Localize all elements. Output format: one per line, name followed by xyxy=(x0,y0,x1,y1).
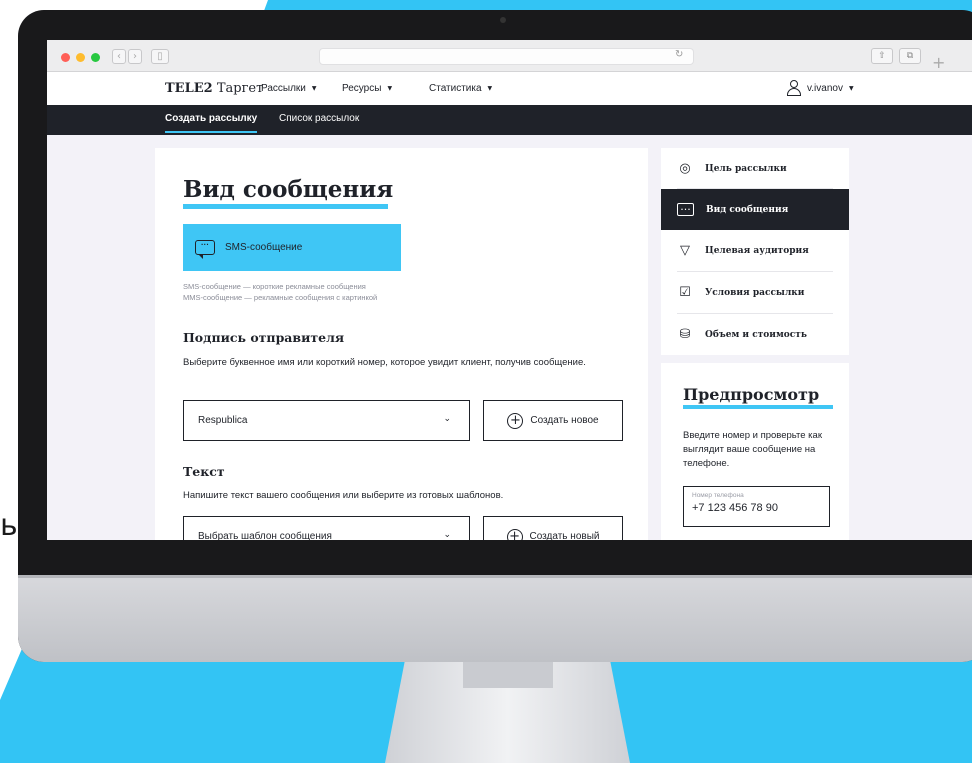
phone-number-label: Номер телефона xyxy=(692,492,744,499)
page-title: Вид сообщения xyxy=(183,176,394,203)
partial-background-text: ь xyxy=(0,508,18,543)
template-select-value: Выбрать шаблон сообщения xyxy=(198,531,332,540)
chat-icon: ··· xyxy=(195,240,215,259)
step-goal[interactable]: ◎ Цель рассылки xyxy=(661,148,849,189)
username: v.ivanov xyxy=(807,82,843,94)
step-message-type[interactable]: ··· Вид сообщения xyxy=(661,189,849,230)
chevron-down-icon: ⌄ xyxy=(443,530,451,540)
plus-circle-icon: + xyxy=(506,528,523,540)
hint-sms: SMS-сообщение — короткие рекламные сообщ… xyxy=(183,282,366,291)
sidebar-icon[interactable]: ▯ xyxy=(151,49,169,64)
nav-statistics-label: Статистика xyxy=(429,83,482,94)
step-volume-cost-label: Объем и стоимость xyxy=(705,329,807,340)
sender-section-title: Подпись отправителя xyxy=(183,330,345,345)
hint-mms: MMS-сообщение — рекламные сообщения с ка… xyxy=(183,293,378,302)
template-select[interactable]: Выбрать шаблон сообщения ⌄ xyxy=(183,516,470,540)
sub-navigation: Создать рассылку Список рассылок xyxy=(47,105,972,135)
logo-suffix: Таргет xyxy=(216,81,264,96)
maximize-window-button[interactable] xyxy=(91,53,100,62)
preview-title-underline xyxy=(683,405,833,409)
target-icon: ◎ xyxy=(679,161,691,176)
back-icon[interactable]: ‹ xyxy=(112,49,126,64)
address-bar[interactable] xyxy=(319,48,694,65)
chat-icon: ··· xyxy=(677,203,694,216)
chevron-down-icon: ▼ xyxy=(487,85,493,92)
sms-message-button[interactable]: ··· SMS-сообщение xyxy=(183,224,401,271)
main-form-card: Вид сообщения ··· SMS-сообщение SMS-сооб… xyxy=(155,148,648,540)
monitor-stand-shadow xyxy=(463,662,553,688)
sender-select[interactable]: Respublica ⌄ xyxy=(183,400,470,441)
close-window-button[interactable] xyxy=(61,53,70,62)
site-header: TELE2 Таргет Рассылки ▼ Ресурсы ▼ Статисти… xyxy=(47,72,972,105)
preview-title: Предпросмотр xyxy=(683,385,820,404)
minimize-window-button[interactable] xyxy=(76,53,85,62)
nav-resources-label: Ресурсы xyxy=(342,83,382,94)
title-underline xyxy=(183,204,388,209)
chevron-down-icon: ▼ xyxy=(311,85,317,92)
tab-mailing-list[interactable]: Список рассылок xyxy=(279,113,359,124)
step-audience-label: Целевая аудитория xyxy=(705,245,809,256)
filter-icon: ▽ xyxy=(680,243,690,258)
chevron-down-icon: ⌄ xyxy=(443,414,451,424)
step-conditions[interactable]: ☑ Условия рассылки xyxy=(661,272,849,313)
tabs-icon[interactable]: ⧉ xyxy=(899,48,921,64)
text-description: Напишите текст вашего сообщения или выбе… xyxy=(183,490,504,501)
reload-icon[interactable]: ↻ xyxy=(675,49,683,60)
sms-message-label: SMS-сообщение xyxy=(225,242,303,253)
monitor-chin xyxy=(18,578,972,662)
user-menu[interactable]: v.ivanov ▼ xyxy=(787,80,854,96)
create-template-button[interactable]: + Создать новый xyxy=(483,516,623,540)
steps-sidebar: ◎ Цель рассылки ··· Вид сообщения ▽ Целе… xyxy=(661,148,849,355)
step-conditions-label: Условия рассылки xyxy=(705,287,805,298)
create-sender-button[interactable]: + Создать новое xyxy=(483,400,623,441)
phone-number-value: +7 123 456 78 90 xyxy=(692,502,778,514)
step-volume-cost[interactable]: ⛁ Объем и стоимость xyxy=(661,314,849,355)
user-icon xyxy=(787,80,801,96)
forward-icon[interactable]: › xyxy=(128,49,142,64)
stage: ь ‹ › ▯ ↻ ⇧ ⧉ + TELE2 Таргет Рассылки ▼ Р… xyxy=(0,0,972,763)
step-message-type-label: Вид сообщения xyxy=(706,204,789,215)
step-goal-label: Цель рассылки xyxy=(705,163,787,174)
nav-mailings-label: Рассылки xyxy=(261,83,306,94)
logo-brand: TELE2 xyxy=(165,81,213,96)
step-audience[interactable]: ▽ Целевая аудитория xyxy=(661,230,849,271)
text-section-title: Текст xyxy=(183,464,225,479)
tab-create-mailing[interactable]: Создать рассылку xyxy=(165,113,258,133)
logo[interactable]: TELE2 Таргет xyxy=(165,81,263,96)
checklist-icon: ☑ xyxy=(679,285,691,300)
screen: ‹ › ▯ ↻ ⇧ ⧉ + TELE2 Таргет Рассылки ▼ Рес… xyxy=(47,40,972,540)
chevron-down-icon: ▼ xyxy=(848,84,854,92)
sender-selected-value: Respublica xyxy=(198,415,248,426)
create-sender-label: Создать новое xyxy=(530,415,599,426)
chevron-down-icon: ▼ xyxy=(387,85,393,92)
nav-statistics[interactable]: Статистика ▼ xyxy=(429,83,492,94)
phone-number-field[interactable]: Номер телефона +7 123 456 78 90 xyxy=(683,486,830,527)
new-tab-icon[interactable]: + xyxy=(932,53,945,72)
camera xyxy=(500,17,506,23)
create-template-label: Создать новый xyxy=(529,531,600,540)
browser-toolbar: ‹ › ▯ ↻ ⇧ ⧉ + xyxy=(47,40,972,72)
preview-card: Предпросмотр Введите номер и проверьте к… xyxy=(661,363,849,540)
nav-mailings[interactable]: Рассылки ▼ xyxy=(261,83,317,94)
sender-description: Выберите буквенное имя или короткий номе… xyxy=(183,357,586,368)
plus-circle-icon: + xyxy=(507,412,524,429)
coins-icon: ⛁ xyxy=(679,327,691,342)
nav-resources[interactable]: Ресурсы ▼ xyxy=(342,83,392,94)
preview-description: Введите номер и проверьте как выглядит в… xyxy=(683,430,822,469)
share-icon[interactable]: ⇧ xyxy=(871,48,893,64)
